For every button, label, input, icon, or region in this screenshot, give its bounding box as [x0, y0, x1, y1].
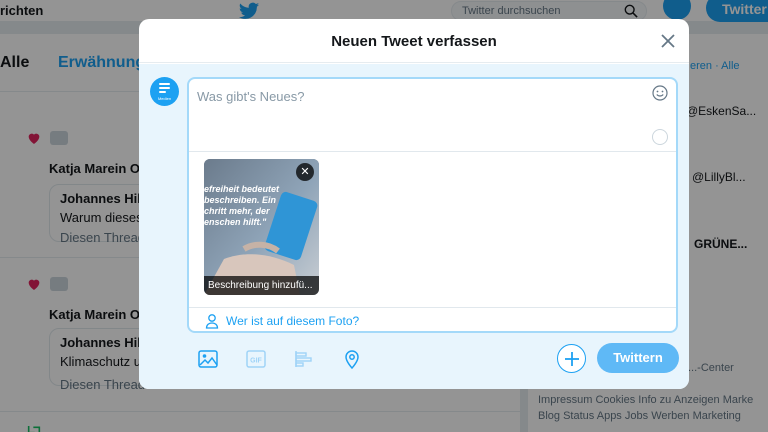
tag-people-row[interactable]: Wer ist auf diesem Foto?	[189, 307, 676, 333]
gif-icon[interactable]: GIF	[245, 348, 267, 370]
dialog-title: Neuen Tweet verfassen	[331, 33, 497, 50]
poll-icon[interactable]	[293, 348, 315, 370]
divider	[189, 151, 676, 152]
attached-photo[interactable]: efreiheit bedeutet beschreiben. Ein chri…	[204, 159, 319, 295]
tweet-text-input[interactable]: Was gibt's Neues?	[197, 89, 305, 104]
avatar-logo-icon	[159, 83, 170, 95]
dialog-header: Neuen Tweet verfassen	[139, 19, 689, 63]
location-icon[interactable]	[341, 348, 363, 370]
photo-overlay-text: efreiheit bedeutet beschreiben. Ein chri…	[204, 184, 280, 227]
character-counter	[652, 129, 668, 145]
plus-icon	[565, 352, 579, 366]
tweet-submit-button[interactable]: Twittern	[597, 343, 679, 373]
add-tweet-button[interactable]	[557, 344, 586, 373]
avatar-label: Medien	[157, 96, 172, 101]
tweet-composer[interactable]: Was gibt's Neues? efreiheit bedeutet bes…	[187, 77, 678, 333]
emoji-icon[interactable]	[652, 85, 668, 101]
compose-tweet-dialog: Neuen Tweet verfassen Medien Was gibt's …	[139, 19, 689, 389]
dialog-body: Medien Was gibt's Neues? efreiheit bedeu…	[139, 64, 689, 389]
remove-photo-button[interactable]: ✕	[296, 163, 314, 181]
add-description-button[interactable]: Beschreibung hinzufü...	[204, 276, 319, 295]
image-icon[interactable]	[197, 348, 219, 370]
avatar[interactable]: Medien	[150, 77, 179, 106]
svg-text:GIF: GIF	[250, 358, 262, 365]
person-icon	[205, 314, 219, 329]
tag-people-link[interactable]: Wer ist auf diesem Foto?	[226, 314, 359, 328]
close-icon[interactable]	[657, 30, 679, 52]
